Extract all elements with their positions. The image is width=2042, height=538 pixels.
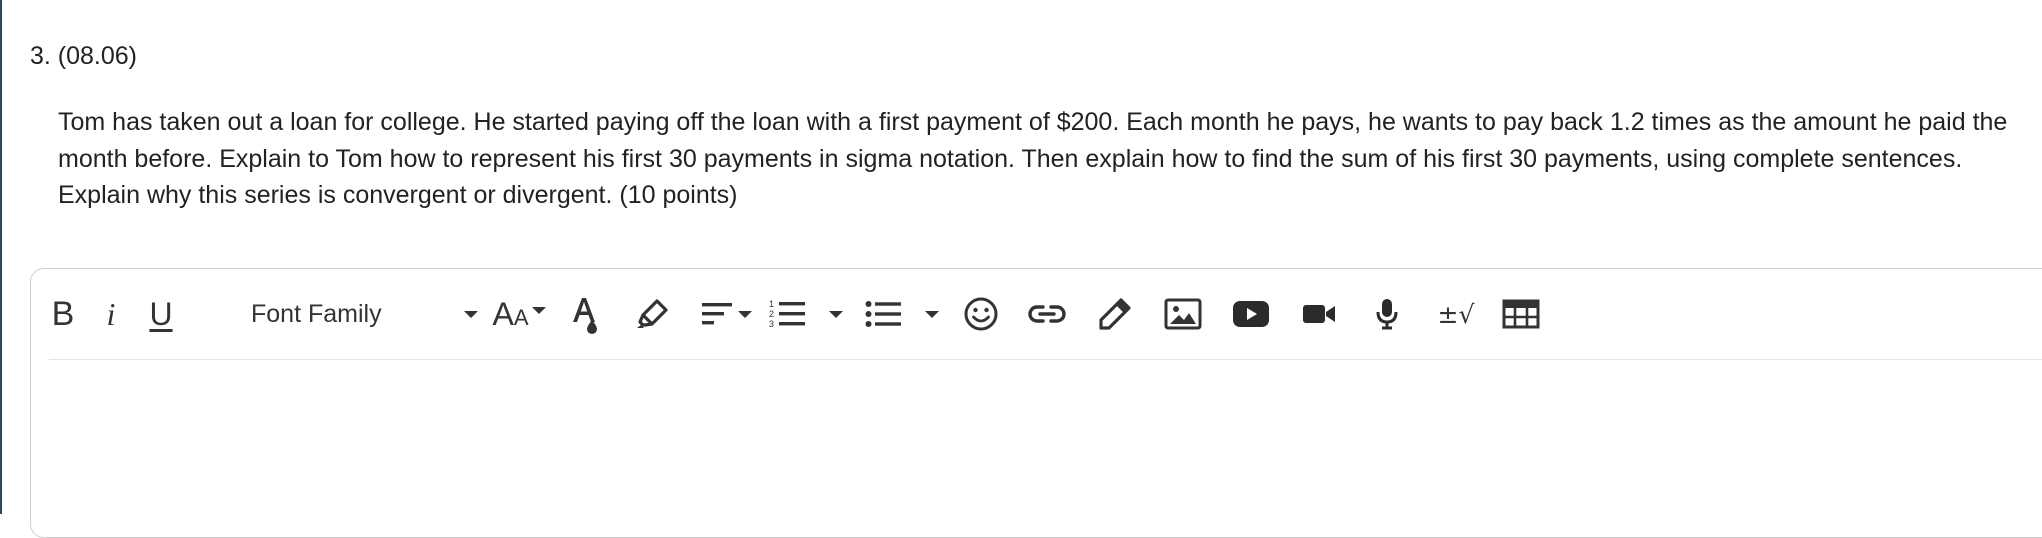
numbered-list-dropdown[interactable]: [825, 291, 847, 337]
font-size-button[interactable]: AA: [487, 291, 551, 337]
question-number: 3. (08.06): [30, 42, 138, 70]
math-icon: ±√: [1437, 299, 1475, 329]
chevron-down-icon: [925, 310, 939, 318]
toolbar-divider: [49, 359, 2042, 360]
youtube-icon: [1233, 301, 1269, 327]
italic-button[interactable]: i: [91, 291, 131, 337]
insert-table-button[interactable]: [1497, 291, 1545, 337]
align-button[interactable]: [695, 291, 757, 337]
editor-toolbar: B i U Font Family AA 1 2 3 ±√: [31, 269, 2042, 359]
align-icon: [702, 303, 732, 325]
record-audio-button[interactable]: [1365, 291, 1409, 337]
bold-button[interactable]: B: [41, 291, 85, 337]
highlight-icon: [637, 299, 668, 328]
svg-text:2: 2: [769, 309, 774, 319]
chevron-down-icon: [464, 311, 478, 318]
bullet-list-icon: [865, 301, 901, 327]
editor-body[interactable]: [49, 369, 2042, 527]
image-icon: [1164, 298, 1202, 330]
emoji-icon: [964, 297, 998, 331]
question-text: Tom has taken out a loan for college. He…: [58, 108, 2008, 209]
math-equation-button[interactable]: ±√: [1431, 291, 1481, 337]
microphone-icon: [1376, 299, 1398, 330]
link-button[interactable]: [1025, 291, 1069, 337]
chevron-down-icon: [738, 310, 752, 318]
underline-button[interactable]: U: [139, 291, 183, 337]
video-icon: [1303, 305, 1335, 323]
numbered-list-icon: 1 2 3: [769, 299, 805, 329]
video-button[interactable]: [1297, 291, 1341, 337]
table-icon: [1502, 299, 1540, 329]
bullet-list-dropdown[interactable]: [921, 291, 943, 337]
font-family-select[interactable]: Font Family: [251, 291, 511, 337]
bullet-list-button[interactable]: [863, 291, 905, 337]
left-edge-bar: [0, 0, 2, 514]
font-size-icon: AA: [492, 295, 529, 332]
chevron-down-icon: [531, 306, 546, 314]
chevron-down-icon: [829, 310, 843, 318]
font-color-button[interactable]: [565, 291, 605, 337]
draw-button[interactable]: [1093, 291, 1137, 337]
emoji-button[interactable]: [959, 291, 1003, 337]
numbered-list-button[interactable]: 1 2 3: [767, 291, 809, 337]
svg-text:3: 3: [769, 319, 774, 329]
draw-icon: [1099, 298, 1131, 330]
font-color-icon: [573, 298, 597, 334]
insert-image-button[interactable]: [1161, 291, 1205, 337]
youtube-button[interactable]: [1229, 291, 1273, 337]
highlight-button[interactable]: [631, 291, 675, 337]
rich-text-editor[interactable]: B i U Font Family AA 1 2 3 ±√: [30, 268, 2042, 538]
svg-text:1: 1: [769, 299, 774, 309]
link-icon: [1028, 305, 1066, 323]
font-family-label: Font Family: [251, 299, 382, 328]
